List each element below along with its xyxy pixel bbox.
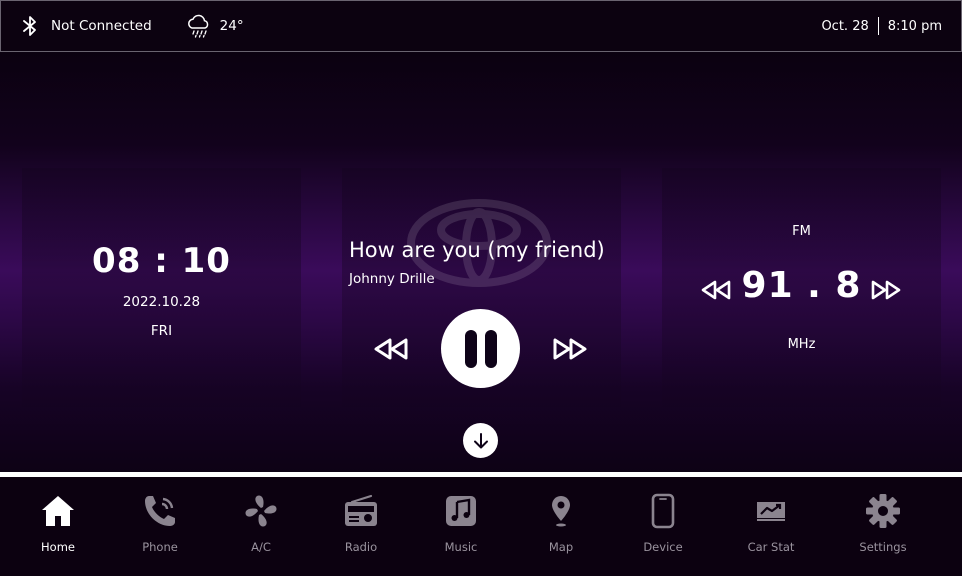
fan-icon <box>245 495 277 527</box>
nav-label: Map <box>548 540 574 554</box>
status-left: Not Connected 24° <box>1 13 244 39</box>
nav-label: Music <box>444 540 478 554</box>
bluetooth-icon[interactable] <box>23 15 37 37</box>
pause-icon <box>484 329 497 368</box>
clock-card[interactable]: 08 : 10 2022.10.28 FRI <box>22 168 301 407</box>
nav-label: A/C <box>251 540 271 554</box>
song-artist: Johnny Drille <box>349 271 435 287</box>
pause-button[interactable] <box>441 309 520 388</box>
clock-day: FRI <box>150 323 173 339</box>
nav-item-map[interactable]: Map <box>516 477 606 576</box>
main-panel: 08 : 10 2022.10.28 FRI How are you (my f… <box>0 52 962 472</box>
car-stat-icon <box>757 502 785 521</box>
fast-forward-icon[interactable] <box>552 338 588 360</box>
nav-item-radio[interactable]: Radio <box>316 477 406 576</box>
nav-label: Home <box>41 540 75 554</box>
status-divider <box>877 17 879 35</box>
song-title: How are you (my friend) <box>349 238 605 262</box>
gear-icon <box>866 494 900 528</box>
radio-seek-forward-icon[interactable] <box>870 280 902 300</box>
device-icon <box>651 493 675 529</box>
nav-item-settings[interactable]: Settings <box>838 477 928 576</box>
nav-label: Car Stat <box>747 540 795 554</box>
arrow-down-icon <box>473 432 488 448</box>
nav-item-car-stat[interactable]: Car Stat <box>726 477 816 576</box>
nav-item-home[interactable]: Home <box>13 477 103 576</box>
home-icon <box>42 496 74 526</box>
radio-icon <box>345 494 377 526</box>
rain-cloud-icon <box>187 14 208 38</box>
radio-unit: MHz <box>787 337 816 352</box>
bottom-nav: Home Phone A/C Radio Music Map Device Ca… <box>0 477 962 576</box>
music-card[interactable]: How are you (my friend) Johnny Drille <box>342 168 621 407</box>
status-bar: Not Connected 24° Oct. 28 8:10 pm <box>0 0 962 52</box>
status-right: Oct. 28 8:10 pm <box>821 17 961 35</box>
expand-button[interactable] <box>463 423 498 458</box>
nav-label: Phone <box>142 540 178 554</box>
nav-label: Device <box>643 540 683 554</box>
status-date: Oct. 28 <box>821 18 869 34</box>
nav-label: Radio <box>344 540 378 554</box>
nav-item-phone[interactable]: Phone <box>115 477 205 576</box>
map-pin-icon <box>552 496 570 527</box>
clock-time: 08 : 10 <box>92 241 231 281</box>
nav-label: Settings <box>859 540 907 554</box>
pause-icon <box>464 329 477 368</box>
clock-date: 2022.10.28 <box>122 294 201 310</box>
rewind-icon[interactable] <box>373 338 409 360</box>
radio-card[interactable]: FM 91 . 8 MHz <box>662 168 941 407</box>
phone-icon <box>145 496 175 526</box>
music-icon <box>446 496 476 526</box>
status-time: 8:10 pm <box>887 18 942 34</box>
nav-item-ac[interactable]: A/C <box>216 477 306 576</box>
bluetooth-status: Not Connected <box>51 18 152 34</box>
radio-band: FM <box>792 224 811 239</box>
nav-item-device[interactable]: Device <box>618 477 708 576</box>
nav-item-music[interactable]: Music <box>416 477 506 576</box>
temperature: 24° <box>219 18 244 34</box>
